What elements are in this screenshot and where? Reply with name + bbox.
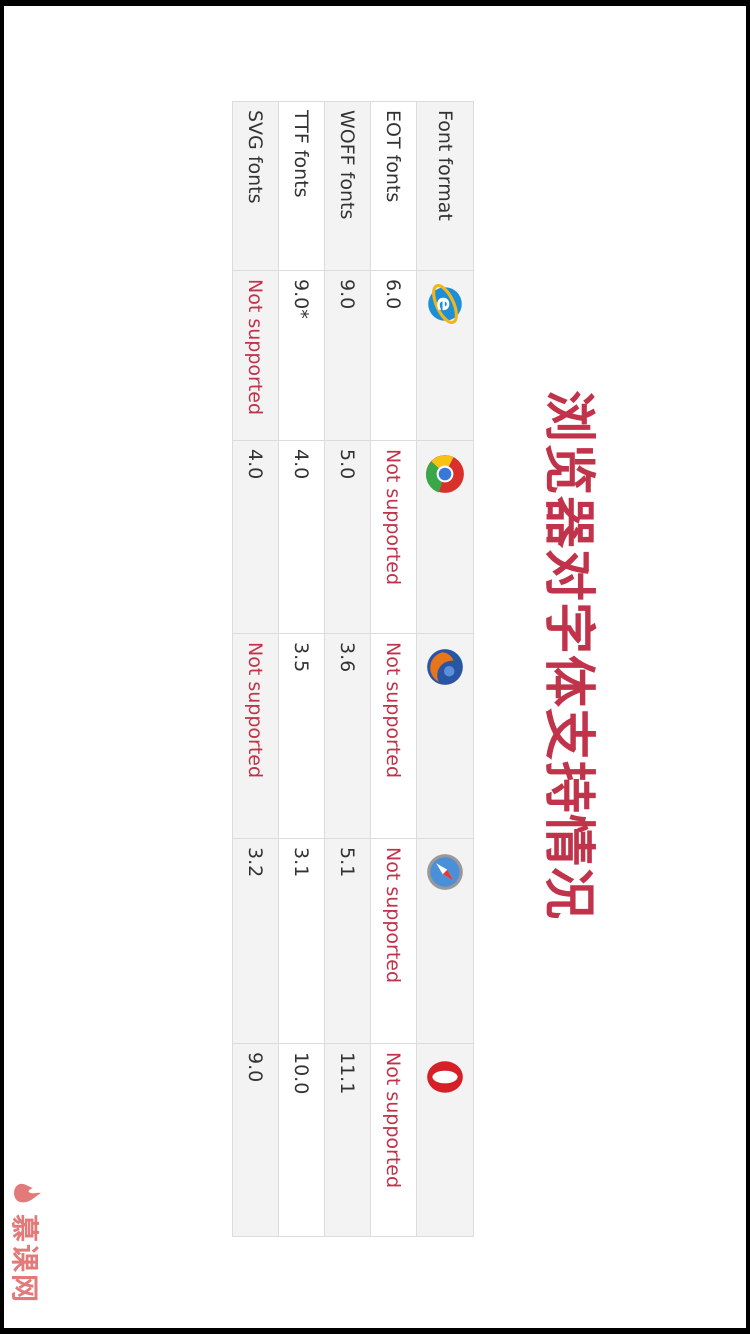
header-chrome: [416, 440, 474, 634]
table-cell: 6.0: [370, 270, 417, 441]
table-cell: 11.1: [324, 1043, 371, 1237]
ie-icon: e: [428, 283, 462, 325]
header-font-format: Font format: [416, 101, 474, 271]
table-cell: Not supported: [370, 838, 417, 1044]
row-label: WOFF fonts: [324, 101, 371, 271]
table-cell: 5.0: [324, 440, 371, 634]
table-row: EOT fonts 6.0 Not supported Not supported No…: [370, 101, 417, 1237]
header-safari: [416, 838, 474, 1044]
table-cell: 5.1: [324, 838, 371, 1044]
table-cell: 9.0: [232, 1043, 279, 1237]
table-cell: 4.0: [232, 440, 279, 634]
table-cell: 3.6: [324, 633, 371, 839]
table-row: SVG fonts Not supported 4.0 Not supported 3.…: [232, 101, 279, 1237]
table-row: TTF fonts 9.0* 4.0 3.5 3.1 10.0: [278, 101, 325, 1237]
table-cell: Not supported: [370, 633, 417, 839]
row-label: TTF fonts: [278, 101, 325, 271]
header-opera: [416, 1043, 474, 1237]
table-cell: 4.0: [278, 440, 325, 634]
table-cell: 9.0*: [278, 270, 325, 441]
table-cell: Not supported: [370, 1043, 417, 1237]
table-cell: 3.1: [278, 838, 325, 1044]
font-support-table: Font format e EOT fonts 6.0 Not supporte…: [232, 101, 474, 1237]
screen: 浏览器对字体支持情况 Font format e EOT fonts 6.0 N…: [4, 6, 746, 1328]
row-label: EOT fonts: [370, 101, 417, 271]
safari-icon: [427, 854, 463, 890]
brand-logo: 慕课网: [6, 1178, 46, 1304]
header-firefox: [416, 633, 474, 839]
opera-icon: [427, 1061, 463, 1093]
table-cell: 3.2: [232, 838, 279, 1044]
table-row: WOFF fonts 9.0 5.0 3.6 5.1 11.1: [324, 101, 371, 1237]
firefox-icon: [427, 649, 463, 685]
page-title: 浏览器对字体支持情况: [538, 390, 598, 921]
flame-icon: [14, 1183, 41, 1203]
table-cell: Not supported: [232, 270, 279, 441]
brand-logo-text: 慕课网: [8, 1214, 41, 1305]
table-cell: 10.0: [278, 1043, 325, 1237]
table-cell: Not supported: [232, 633, 279, 839]
table-cell: 9.0: [324, 270, 371, 441]
table-header-row: Font format e: [416, 101, 474, 1237]
slide-content: 浏览器对字体支持情况 Font format e EOT fonts 6.0 N…: [4, 6, 746, 1328]
header-ie: e: [416, 270, 474, 441]
table-cell: 3.5: [278, 633, 325, 839]
table-cell: Not supported: [370, 440, 417, 634]
svg-text:e: e: [433, 297, 457, 311]
row-label: SVG fonts: [232, 101, 279, 271]
chrome-icon: [425, 455, 464, 493]
table-body: EOT fonts 6.0 Not supported Not supported No…: [232, 101, 417, 1237]
